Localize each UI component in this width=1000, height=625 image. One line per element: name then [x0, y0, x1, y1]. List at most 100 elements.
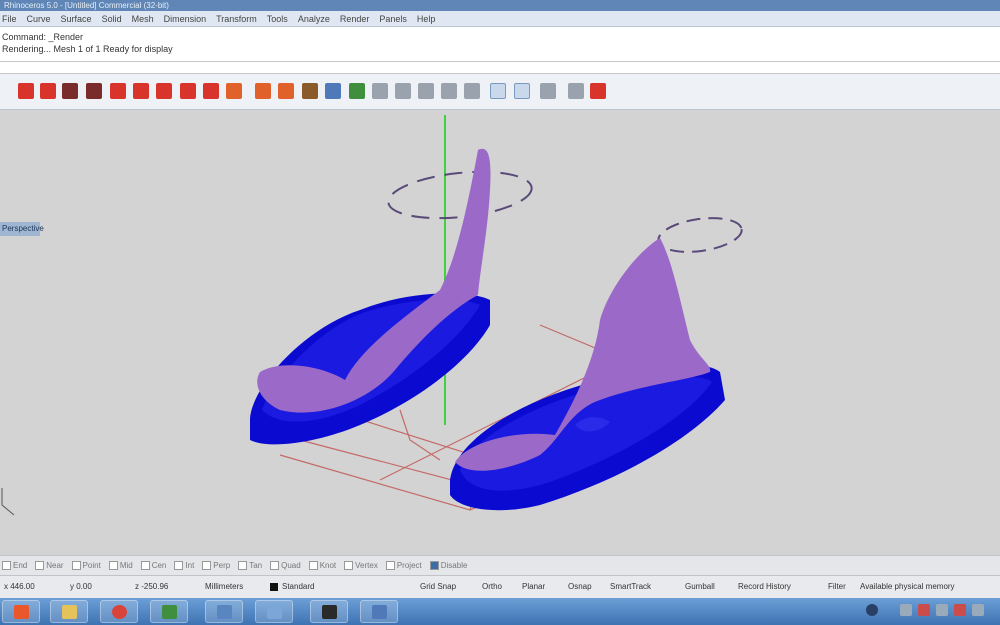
menu-analyze[interactable]: Analyze	[298, 14, 330, 24]
checkbox-icon[interactable]	[108, 561, 118, 570]
toolbar-tool-icon[interactable]	[325, 83, 341, 99]
toolbar-tool-icon[interactable]	[133, 83, 149, 99]
osnap-project[interactable]: Project	[385, 561, 422, 570]
toolbar-tool-icon[interactable]	[441, 83, 457, 99]
checkbox-icon[interactable]	[71, 561, 81, 570]
toolbar-tool-icon[interactable]	[255, 83, 271, 99]
checkbox-icon[interactable]	[2, 561, 11, 570]
osnap-bar: End Near Point Mid Cen Int Perp Tan Quad…	[0, 555, 1000, 575]
osnap-toggle[interactable]: Osnap	[568, 582, 592, 591]
toolbar-tool-icon[interactable]	[349, 83, 365, 99]
smarttrack-toggle[interactable]: SmartTrack	[610, 582, 651, 591]
coord-y: y 0.00	[70, 582, 92, 591]
toolbar-tool-icon[interactable]	[226, 83, 242, 99]
toolbar-tool-icon[interactable]	[302, 83, 318, 99]
osnap-perp[interactable]: Perp	[202, 561, 230, 570]
toolbar-tool-icon[interactable]	[86, 83, 102, 99]
menu-curve[interactable]: Curve	[27, 14, 51, 24]
toolbar-tool-icon[interactable]	[464, 83, 480, 99]
viewport-tab-perspective[interactable]: Perspective	[0, 222, 44, 236]
tray-icon[interactable]	[972, 604, 984, 616]
window-icon[interactable]	[360, 600, 398, 623]
osnap-label: Perp	[213, 561, 231, 570]
menu-transform[interactable]: Transform	[216, 14, 257, 24]
tray-icon[interactable]	[954, 604, 966, 616]
folder-icon[interactable]	[50, 600, 88, 623]
viewport-canvas[interactable]	[0, 110, 1000, 555]
tray-icon[interactable]	[918, 604, 930, 616]
toolbar-tool-icon[interactable]	[590, 83, 606, 99]
menu-help[interactable]: Help	[417, 14, 436, 24]
gumball-toggle[interactable]: Gumball	[685, 582, 715, 591]
toolbar-render-icon[interactable]	[40, 83, 56, 99]
planar-toggle[interactable]: Planar	[522, 582, 545, 591]
toolbar-tool-icon[interactable]	[490, 83, 506, 99]
perspective-viewport[interactable]: Perspective	[0, 110, 1000, 555]
help-icon[interactable]	[866, 604, 878, 616]
toolbar-tool-icon[interactable]	[180, 83, 196, 99]
osnap-vertex[interactable]: Vertex	[344, 561, 378, 570]
menu-tools[interactable]: Tools	[267, 14, 288, 24]
record-history-toggle[interactable]: Record History	[738, 582, 791, 591]
toolbar-tool-icon[interactable]	[568, 83, 584, 99]
osnap-disable[interactable]: Disable	[429, 561, 467, 570]
osnap-label: Project	[396, 561, 422, 570]
app-icon[interactable]	[255, 600, 293, 623]
toolbar-tool-icon[interactable]	[395, 83, 411, 99]
osnap-label: Int	[185, 561, 195, 570]
toolbar-tool-icon[interactable]	[62, 83, 78, 99]
checkbox-icon[interactable]	[429, 561, 439, 570]
rhino-icon[interactable]	[310, 600, 348, 623]
checkbox-icon[interactable]	[202, 561, 212, 570]
menu-solid[interactable]: Solid	[102, 14, 122, 24]
tray-icon[interactable]	[900, 604, 912, 616]
grid-snap-toggle[interactable]: Grid Snap	[420, 582, 456, 591]
osnap-label: Cen	[151, 561, 167, 570]
toolbar-render-icon[interactable]	[18, 83, 34, 99]
menu-file[interactable]: File	[2, 14, 17, 24]
toolbar-tool-icon[interactable]	[278, 83, 294, 99]
app-icon[interactable]	[205, 600, 243, 623]
menu-panels[interactable]: Panels	[379, 14, 407, 24]
tray-icon[interactable]	[936, 604, 948, 616]
osnap-mid[interactable]: Mid	[108, 561, 133, 570]
toolbar-tool-icon[interactable]	[514, 83, 530, 99]
toolbar-tool-icon[interactable]	[156, 83, 172, 99]
filter-toggle[interactable]: Filter	[828, 582, 846, 591]
toolbar-tool-icon[interactable]	[418, 83, 434, 99]
ortho-toggle[interactable]: Ortho	[482, 582, 502, 591]
checkbox-icon[interactable]	[35, 561, 45, 570]
command-history-line: Rendering... Mesh 1 of 1 Ready for displ…	[2, 44, 173, 54]
menu-mesh[interactable]: Mesh	[132, 14, 154, 24]
menu-render[interactable]: Render	[340, 14, 370, 24]
checkbox-icon[interactable]	[385, 561, 395, 570]
coord-z: z -250.96	[135, 582, 169, 591]
menu-surface[interactable]: Surface	[61, 14, 92, 24]
osnap-point[interactable]: Point	[71, 561, 101, 570]
checkbox-icon[interactable]	[344, 561, 354, 570]
windows-start-icon[interactable]	[2, 600, 40, 623]
units-label[interactable]: Millimeters	[205, 582, 243, 591]
checkbox-icon[interactable]	[270, 561, 280, 570]
toolbar-tool-icon[interactable]	[540, 83, 556, 99]
checkbox-icon[interactable]	[308, 561, 318, 570]
osnap-tan[interactable]: Tan	[238, 561, 262, 570]
menu-dimension[interactable]: Dimension	[164, 14, 207, 24]
osnap-knot[interactable]: Knot	[308, 561, 336, 570]
osnap-cen[interactable]: Cen	[140, 561, 167, 570]
osnap-end[interactable]: End	[2, 561, 27, 570]
toolbar-tool-icon[interactable]	[372, 83, 388, 99]
osnap-quad[interactable]: Quad	[270, 561, 301, 570]
layer-label[interactable]: Standard	[282, 582, 314, 591]
checkbox-icon[interactable]	[238, 561, 248, 570]
command-history-line: Command: _Render	[2, 32, 84, 42]
app-icon[interactable]	[150, 600, 188, 623]
command-prompt-input[interactable]	[0, 61, 1000, 74]
checkbox-icon[interactable]	[174, 561, 184, 570]
checkbox-icon[interactable]	[140, 561, 150, 570]
osnap-int[interactable]: Int	[174, 561, 194, 570]
toolbar-tool-icon[interactable]	[110, 83, 126, 99]
osnap-near[interactable]: Near	[35, 561, 64, 570]
chrome-icon[interactable]	[100, 600, 138, 623]
toolbar-tool-icon[interactable]	[203, 83, 219, 99]
